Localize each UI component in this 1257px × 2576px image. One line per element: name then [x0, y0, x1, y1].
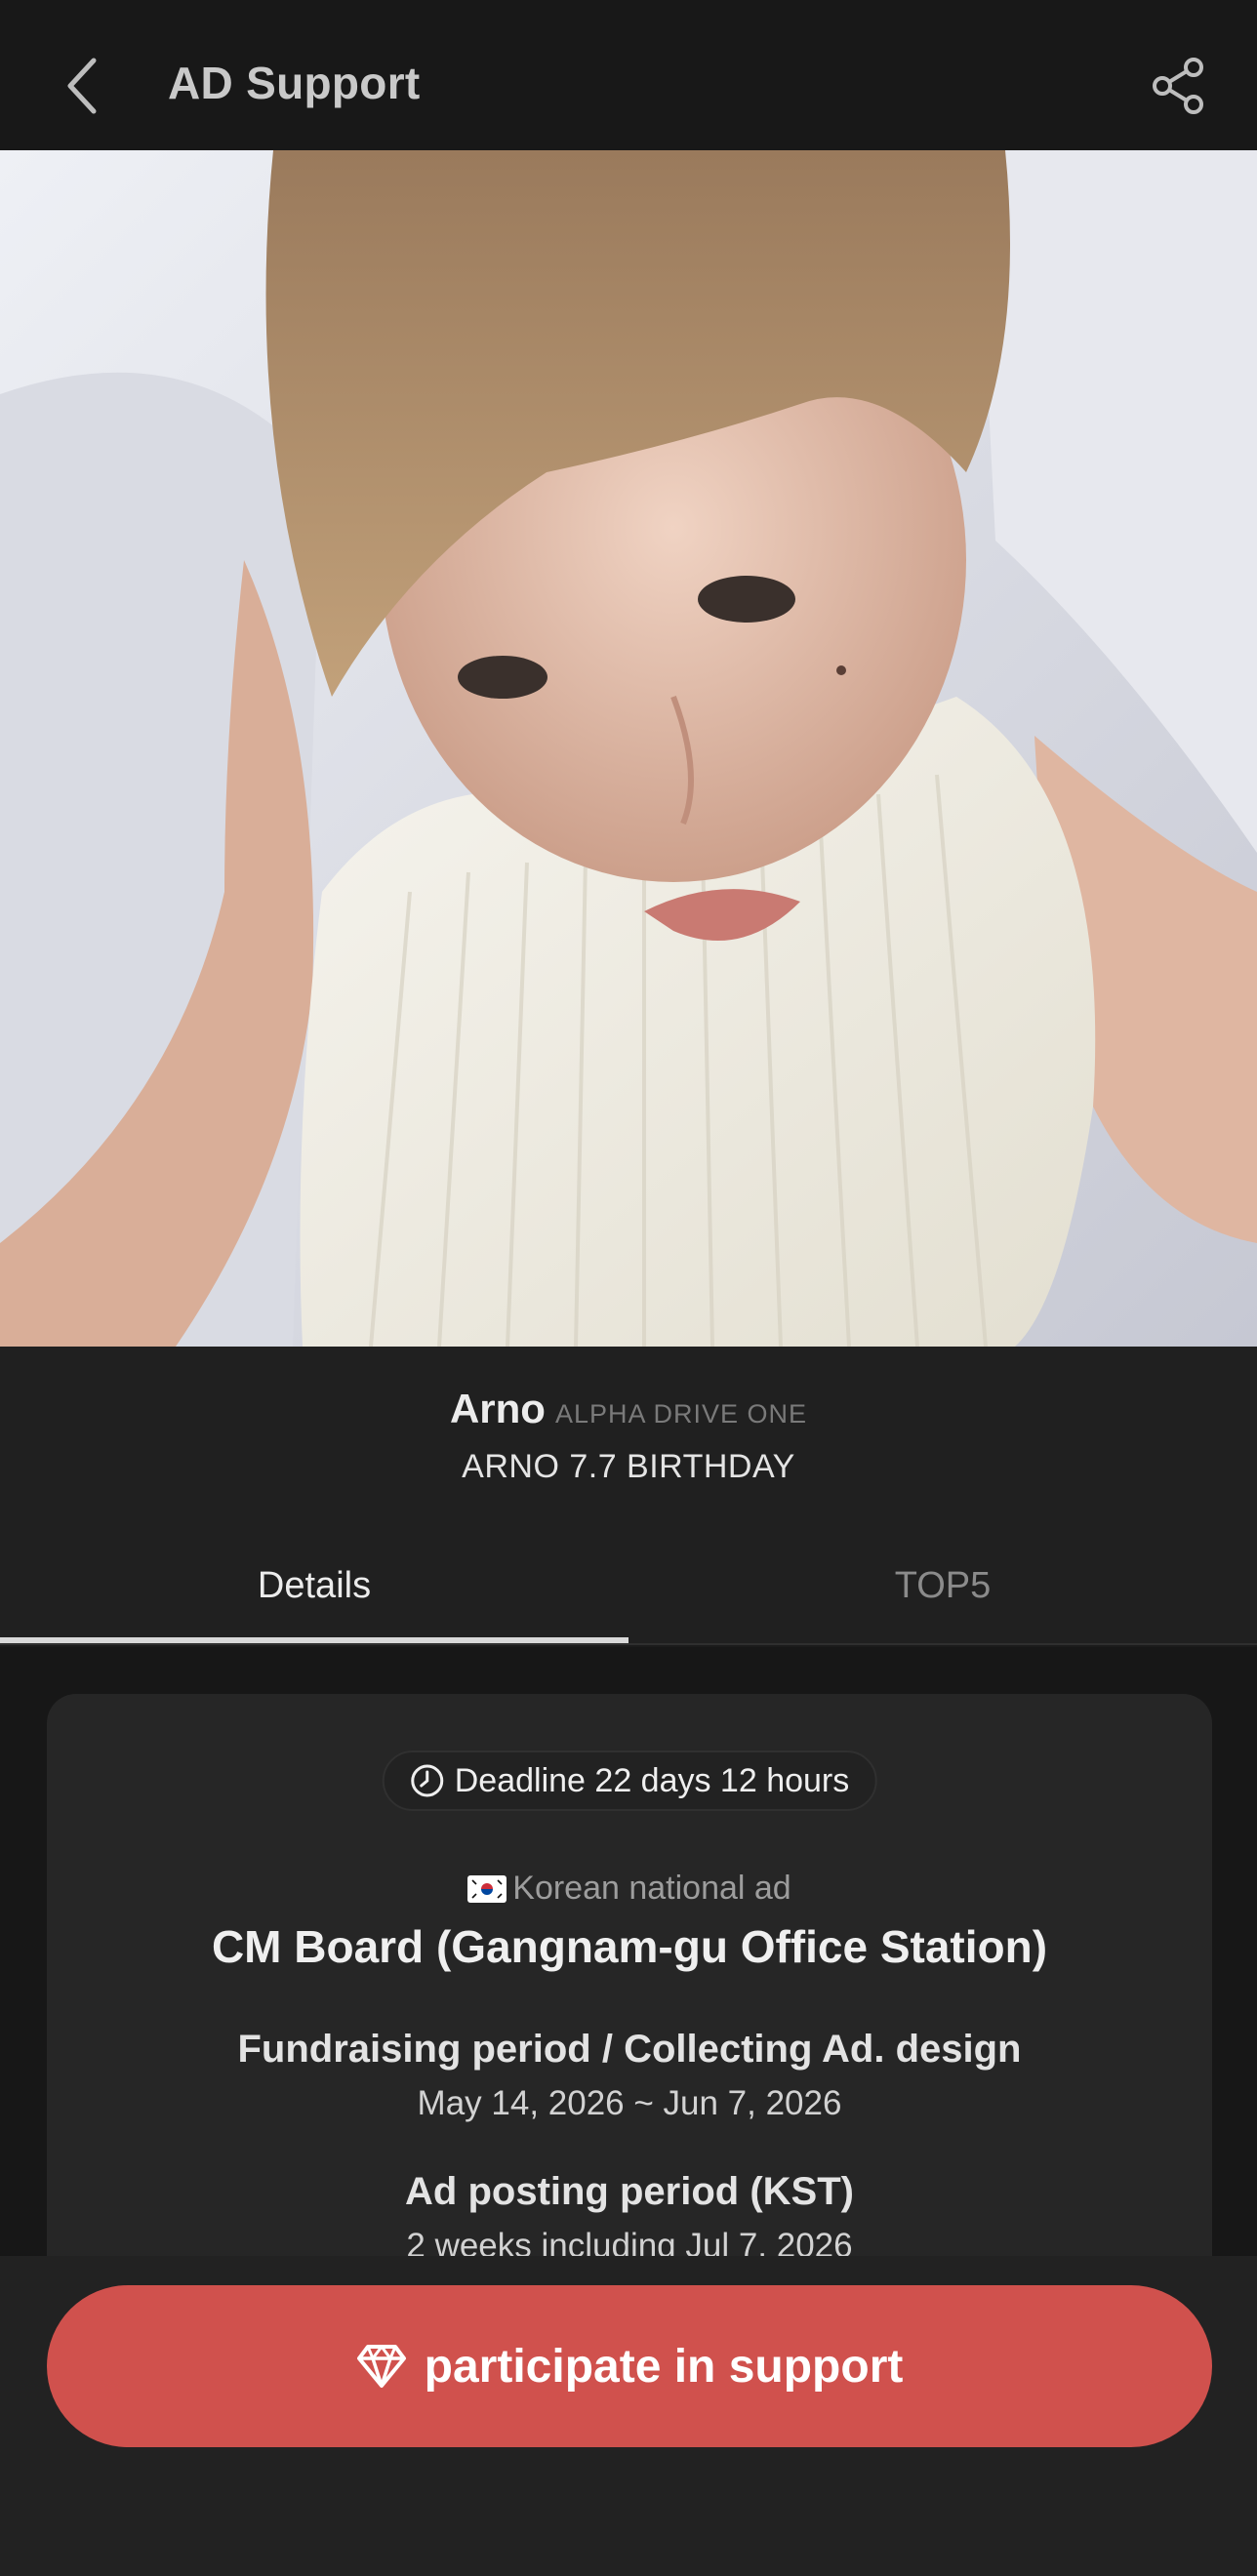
- ad-type: Korean national ad: [47, 1870, 1212, 1912]
- share-icon: [1153, 58, 1203, 114]
- chevron-left-icon: [67, 58, 97, 114]
- diamond-icon: [356, 2345, 406, 2388]
- deadline-badge: Deadline 22 days 12 hours: [382, 1751, 877, 1811]
- app-screen: AD Support Arno ALPHA DRIVE ONE ARNO 7.7…: [0, 0, 1257, 2576]
- page-title: AD Support: [168, 58, 421, 108]
- tab-bar: Details TOP5: [0, 1528, 1257, 1645]
- share-button[interactable]: [1140, 47, 1218, 125]
- korea-flag-icon: [467, 1873, 507, 1912]
- tab-top5[interactable]: TOP5: [628, 1528, 1257, 1643]
- fundraising-value: May 14, 2026 ~ Jun 7, 2026: [417, 2084, 842, 2122]
- hero-photo: [0, 150, 1257, 1347]
- clock-icon: [411, 1764, 444, 1797]
- tab-details[interactable]: Details: [0, 1528, 628, 1643]
- back-button[interactable]: [51, 47, 113, 125]
- top-bar: AD Support: [0, 0, 1257, 150]
- event-name: ARNO 7.7 BIRTHDAY: [462, 1448, 795, 1485]
- deadline-text: Deadline 22 days 12 hours: [454, 1761, 850, 1799]
- participate-button[interactable]: participate in support: [47, 2285, 1212, 2447]
- ad-type-label: Korean national ad: [512, 1870, 791, 1907]
- portrait-image: [0, 150, 1257, 1347]
- ad-title: CM Board (Gangnam-gu Office Station): [211, 1921, 1048, 1972]
- artist-info: Arno ALPHA DRIVE ONE ARNO 7.7 BIRTHDAY: [0, 1347, 1257, 1528]
- participate-button-label: participate in support: [424, 2340, 904, 2393]
- artist-group: ALPHA DRIVE ONE: [554, 1399, 808, 1429]
- active-tab-indicator: [0, 1637, 628, 1643]
- fundraising-label: Fundraising period / Collecting Ad. desi…: [237, 2028, 1022, 2071]
- artist-name: Arno: [449, 1386, 546, 1431]
- posting-label: Ad posting period (KST): [405, 2170, 854, 2213]
